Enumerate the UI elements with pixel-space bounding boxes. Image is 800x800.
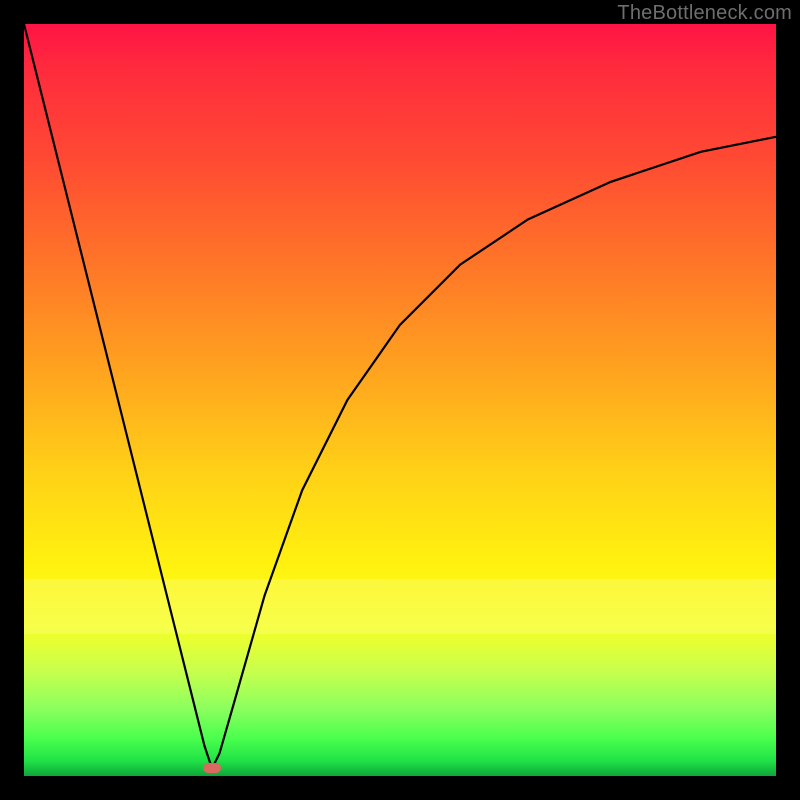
minimum-marker [203,763,221,773]
chart-frame [24,24,776,776]
curve-path [24,24,776,769]
watermark-text: TheBottleneck.com [617,2,792,25]
bottleneck-curve [24,24,776,776]
